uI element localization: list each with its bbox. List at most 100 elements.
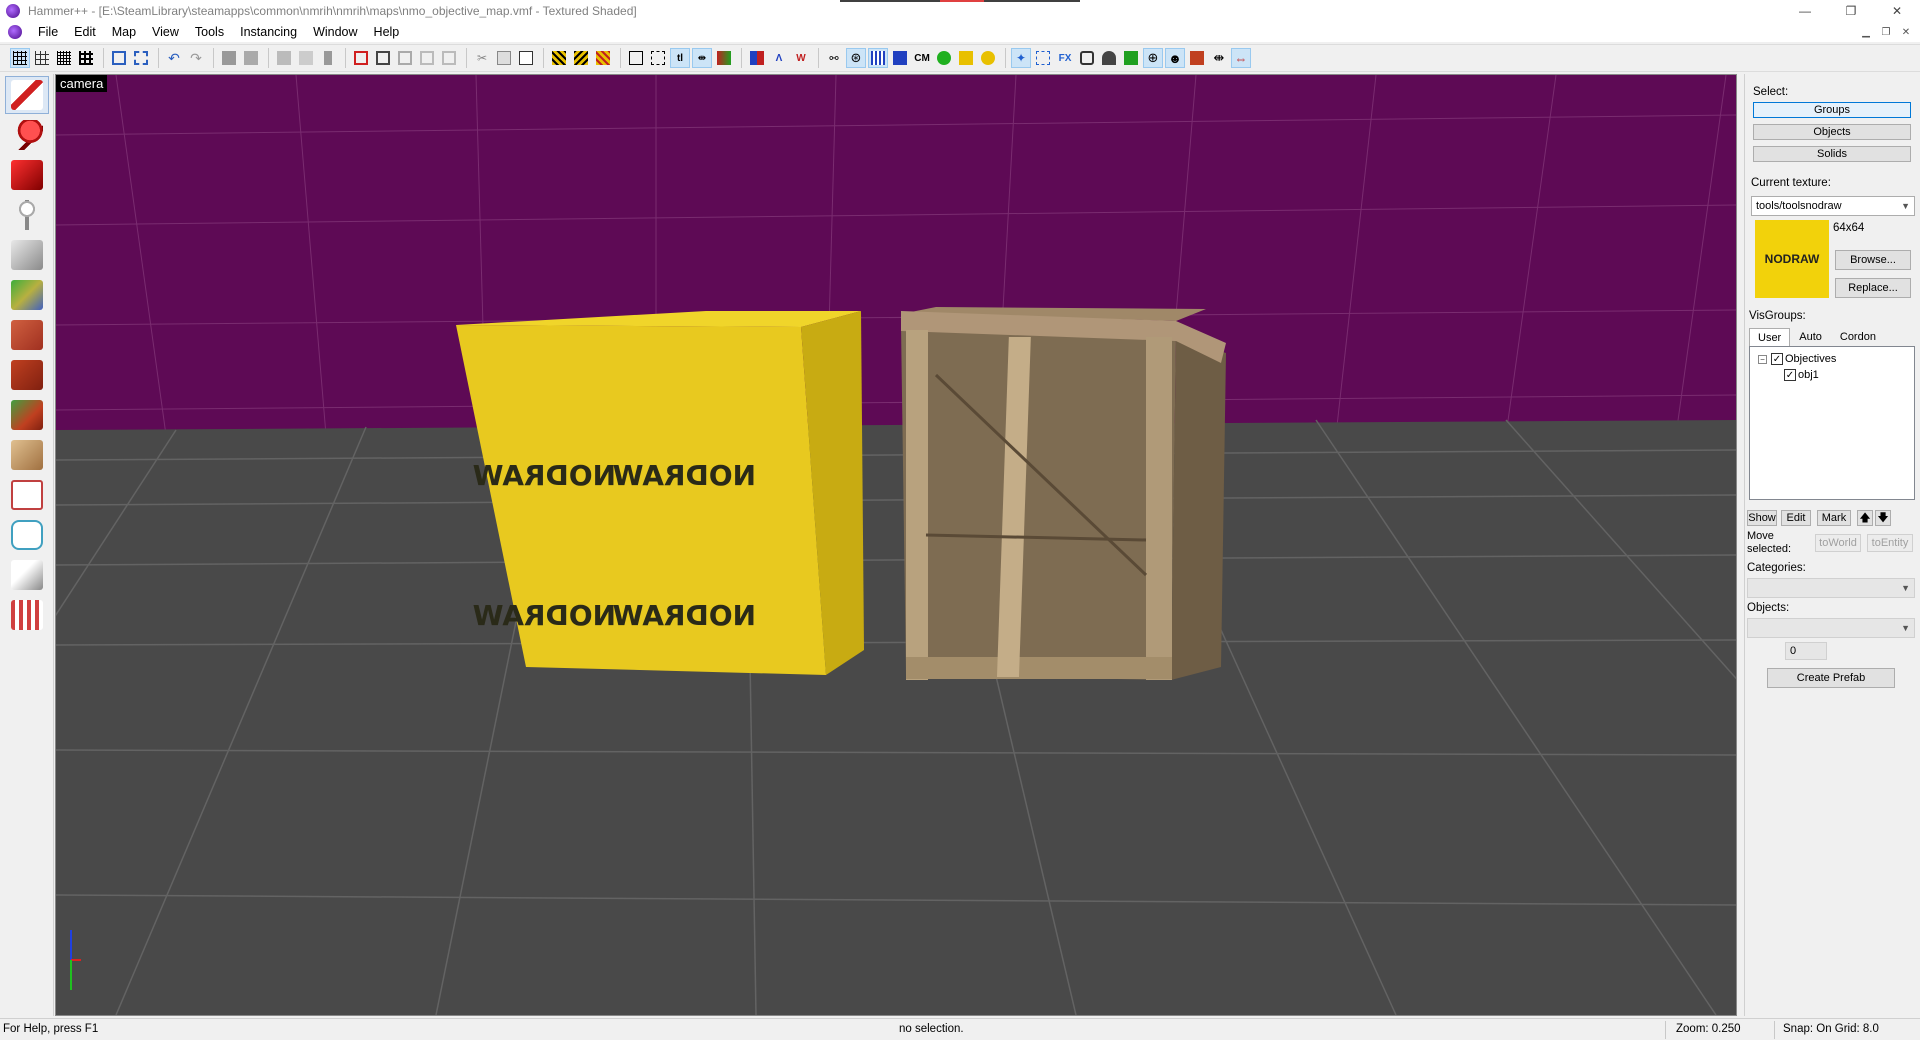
blocks-button[interactable] bbox=[890, 48, 910, 68]
wooden-crate[interactable] bbox=[901, 307, 1226, 680]
sky-tool[interactable] bbox=[5, 596, 49, 634]
larger-grid-button[interactable] bbox=[76, 48, 96, 68]
pointer-button[interactable]: ✦ bbox=[1011, 48, 1031, 68]
nodraw-block[interactable]: NODRAW NODRAW NODRAW NODRAW bbox=[456, 311, 864, 675]
green-ball-button[interactable] bbox=[934, 48, 954, 68]
brush-button[interactable] bbox=[1121, 48, 1141, 68]
replace-button[interactable]: Replace... bbox=[1835, 278, 1911, 298]
visgroup-checkbox[interactable]: ✓ bbox=[1771, 353, 1783, 365]
select-groups-button[interactable]: Groups bbox=[1753, 102, 1911, 118]
cut-button[interactable]: ✂ bbox=[472, 48, 492, 68]
cordon-tool[interactable] bbox=[5, 556, 49, 594]
copy-button[interactable] bbox=[494, 48, 514, 68]
smaller-grid-button[interactable] bbox=[54, 48, 74, 68]
texture-lock-button[interactable] bbox=[318, 48, 338, 68]
object-index-spinner[interactable]: 0 bbox=[1785, 642, 1827, 660]
cubemap-button[interactable]: CM bbox=[912, 48, 932, 68]
menu-edit[interactable]: Edit bbox=[66, 25, 104, 39]
cube-red-button[interactable] bbox=[351, 48, 371, 68]
move-down-button[interactable]: 🡇 bbox=[1875, 510, 1891, 526]
collapse-icon[interactable]: − bbox=[1758, 354, 1767, 364]
redo-button[interactable]: ↷ bbox=[186, 48, 206, 68]
categories-combo[interactable]: ▼ bbox=[1747, 578, 1915, 598]
restore-button[interactable]: ❐ bbox=[1828, 0, 1874, 22]
visgroup-tree[interactable]: − ✓ Objectives ✓ obj1 bbox=[1749, 346, 1915, 500]
cube-grey2-button[interactable] bbox=[417, 48, 437, 68]
menu-instancing[interactable]: Instancing bbox=[232, 25, 305, 39]
camera-tool[interactable] bbox=[5, 156, 49, 194]
grid-toggle-button[interactable] bbox=[10, 48, 30, 68]
apply-current-texture-tool[interactable] bbox=[5, 316, 49, 354]
cube-grey-button[interactable] bbox=[395, 48, 415, 68]
unhide-button[interactable] bbox=[241, 48, 261, 68]
people-button[interactable] bbox=[1099, 48, 1119, 68]
current-texture-combo[interactable]: tools/toolsnodraw ▼ bbox=[1751, 196, 1915, 216]
clipping-tool[interactable] bbox=[5, 436, 49, 474]
mdi-minimize-icon[interactable]: ▁ bbox=[1858, 25, 1874, 39]
block-tool[interactable] bbox=[5, 236, 49, 274]
visgroup-checkbox[interactable]: ✓ bbox=[1784, 369, 1796, 381]
close-button[interactable]: ✕ bbox=[1874, 0, 1920, 22]
texture-lock-toggle-button[interactable]: tl bbox=[670, 48, 690, 68]
show-button[interactable]: Show bbox=[1747, 510, 1777, 526]
select-objects-button[interactable]: Objects bbox=[1753, 124, 1911, 140]
tab-auto[interactable]: Auto bbox=[1790, 328, 1831, 346]
toggle-decals-button[interactable] bbox=[593, 48, 613, 68]
tab-user[interactable]: User bbox=[1749, 328, 1791, 346]
magnify-tool[interactable] bbox=[5, 116, 49, 154]
mark-button[interactable]: Mark bbox=[1817, 510, 1851, 526]
browse-button[interactable]: Browse... bbox=[1835, 250, 1911, 270]
hide-button[interactable] bbox=[219, 48, 239, 68]
toggle-helpers-button[interactable] bbox=[549, 48, 569, 68]
overlay-tool[interactable] bbox=[5, 396, 49, 434]
grid-view-button[interactable] bbox=[868, 48, 888, 68]
menu-window[interactable]: Window bbox=[305, 25, 365, 39]
menu-file[interactable]: File bbox=[30, 25, 66, 39]
align-button[interactable]: ⇔ bbox=[1231, 48, 1251, 68]
lock-button[interactable] bbox=[978, 48, 998, 68]
viewport-label[interactable]: camera bbox=[56, 75, 108, 92]
gear-target-button[interactable]: ⊛ bbox=[846, 48, 866, 68]
cube-outline-button[interactable] bbox=[373, 48, 393, 68]
texture-application-tool[interactable] bbox=[5, 276, 49, 314]
toggle-models-button[interactable] bbox=[571, 48, 591, 68]
decal-tool[interactable] bbox=[5, 356, 49, 394]
draw-button[interactable] bbox=[956, 48, 976, 68]
path-tool[interactable] bbox=[5, 516, 49, 554]
selection-tool[interactable] bbox=[5, 76, 49, 114]
paste-button[interactable] bbox=[516, 48, 536, 68]
grid-3d-button[interactable] bbox=[32, 48, 52, 68]
objects-combo[interactable]: ▼ bbox=[1747, 618, 1915, 638]
to-entity-button[interactable]: toEntity bbox=[1867, 534, 1913, 552]
create-prefab-button[interactable]: Create Prefab bbox=[1767, 668, 1895, 688]
hollow-button[interactable] bbox=[296, 48, 316, 68]
entity-tool[interactable] bbox=[5, 196, 49, 234]
link-button[interactable] bbox=[1077, 48, 1097, 68]
to-world-button[interactable]: toWorld bbox=[1815, 534, 1861, 552]
fx-button[interactable]: FX bbox=[1055, 48, 1075, 68]
carve-button[interactable] bbox=[274, 48, 294, 68]
compass-button[interactable]: ⊕ bbox=[1143, 48, 1163, 68]
display-lambda-button[interactable]: Λ bbox=[769, 48, 789, 68]
mdi-close-icon[interactable]: ✕ bbox=[1898, 25, 1914, 39]
scale-lock-button[interactable]: ⇹ bbox=[692, 48, 712, 68]
menu-view[interactable]: View bbox=[144, 25, 187, 39]
camera-viewport[interactable]: NODRAW NODRAW NODRAW NODRAW camera bbox=[55, 74, 1737, 1016]
color-lines-button[interactable] bbox=[714, 48, 734, 68]
mdi-restore-icon[interactable]: ❐ bbox=[1878, 25, 1894, 39]
menu-help[interactable]: Help bbox=[366, 25, 408, 39]
move-up-button[interactable]: 🡅 bbox=[1857, 510, 1873, 526]
cube-grey3-button[interactable] bbox=[439, 48, 459, 68]
vertex-tool[interactable] bbox=[5, 476, 49, 514]
paint-button[interactable] bbox=[1187, 48, 1207, 68]
snap-button[interactable]: ⚯ bbox=[824, 48, 844, 68]
group-button[interactable] bbox=[109, 48, 129, 68]
marquee-button[interactable] bbox=[1033, 48, 1053, 68]
person-button[interactable]: ☻ bbox=[1165, 48, 1185, 68]
undo-button[interactable]: ↶ bbox=[164, 48, 184, 68]
ungroup-button[interactable] bbox=[131, 48, 151, 68]
edit-button[interactable]: Edit bbox=[1781, 510, 1811, 526]
select-solids-button[interactable]: Solids bbox=[1753, 146, 1911, 162]
tab-cordon[interactable]: Cordon bbox=[1831, 328, 1885, 346]
display-red-blue-button[interactable] bbox=[747, 48, 767, 68]
